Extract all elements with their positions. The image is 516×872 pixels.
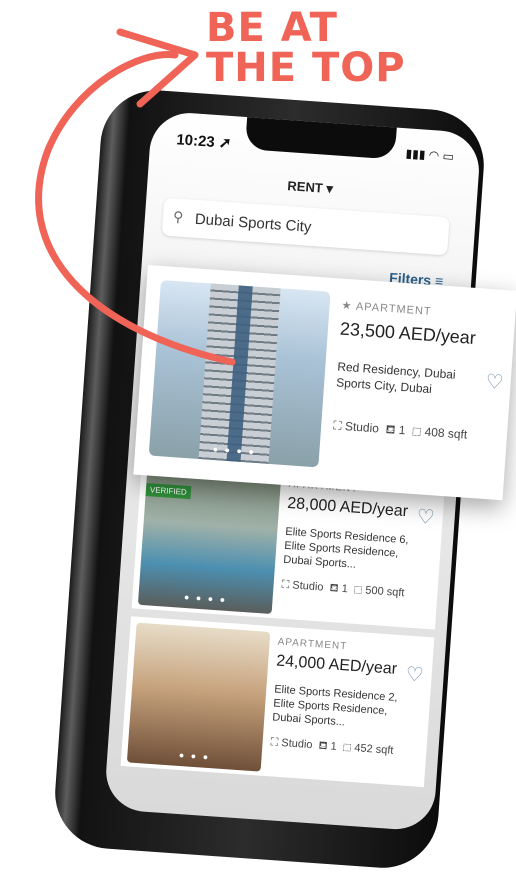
battery-icon: ▭: [442, 148, 455, 164]
favorite-heart-icon[interactable]: ♡: [416, 504, 436, 530]
photo-dots: ● ● ●: [178, 749, 211, 763]
favorite-heart-icon[interactable]: ♡: [485, 369, 505, 395]
featured-price: 23,500 AED/year: [339, 318, 477, 349]
bed-icon: ⛶: [281, 578, 290, 592]
listing-address: Elite Sports Residence 6, Elite Sports R…: [282, 525, 409, 571]
area-icon: ⬚: [353, 583, 363, 597]
star-icon: ★: [341, 299, 353, 313]
wifi-icon: ◠: [428, 147, 440, 163]
status-icons: ▮▮▮ ◠ ▭: [405, 146, 454, 163]
featured-photo[interactable]: ● ● ● ●: [148, 279, 331, 468]
listing-photo[interactable]: VERIFIED ● ● ● ●: [137, 465, 282, 615]
bath-icon: ⛾: [329, 582, 340, 595]
featured-specs: ⛶ Studio ⛾ 1 ⬚ 408 sqft: [332, 418, 468, 442]
verified-badge: VERIFIED: [145, 482, 192, 500]
featured-listing-card[interactable]: ● ● ● ● ★ APARTMENT 23,500 AED/year Red …: [133, 265, 516, 501]
bath-icon: ⛾: [318, 739, 328, 753]
listing-specs: ⛶ Studio ⛾ 1 ⬚ 500 sqft: [281, 578, 405, 600]
signal-icon: ▮▮▮: [405, 146, 426, 162]
location-arrow-icon: ➚: [218, 134, 233, 153]
favorite-heart-icon[interactable]: ♡: [405, 662, 425, 688]
status-time: 10:23 ➚: [175, 131, 233, 153]
listing-price: 24,000 AED/year: [275, 652, 398, 678]
list-item[interactable]: ● ● ● APARTMENT 24,000 AED/year Elite Sp…: [120, 616, 435, 788]
area-icon: ⬚: [411, 423, 422, 439]
listing-price: 28,000 AED/year: [286, 494, 409, 521]
listing-photo[interactable]: ● ● ●: [126, 622, 271, 772]
listing-type: APARTMENT: [277, 636, 348, 653]
mode-dropdown[interactable]: RENT ▾: [287, 178, 333, 197]
listing-address: Elite Sports Residence 2, Elite Sports R…: [271, 683, 398, 729]
featured-address: Red Residency, Dubai Sports City, Dubai: [335, 359, 457, 397]
featured-type: ★ APARTMENT: [341, 299, 432, 318]
search-input[interactable]: ⚲ Dubai Sports City: [161, 197, 450, 256]
search-value: Dubai Sports City: [194, 210, 312, 236]
photo-dots: ● ● ● ●: [183, 591, 228, 605]
phone-mockup: 10:23 ➚ ▮▮▮ ◠ ▭ RENT ▾ ⚲ Dubai Sports Ci…: [0, 0, 516, 872]
bed-icon: ⛶: [332, 418, 343, 433]
bath-icon: ⛾: [385, 421, 396, 437]
listing-specs: ⛶ Studio ⛾ 1 ⬚ 452 sqft: [270, 736, 394, 757]
bed-icon: ⛶: [270, 736, 279, 749]
area-icon: ⬚: [342, 741, 352, 754]
search-icon: ⚲: [172, 208, 184, 225]
